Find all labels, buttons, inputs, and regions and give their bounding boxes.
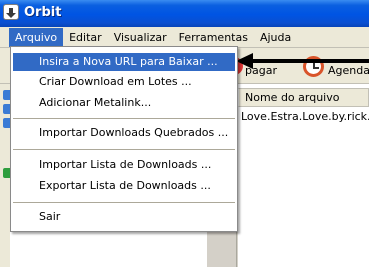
orbit-download-icon (3, 4, 19, 20)
menu-item-add-metalink[interactable]: Adicionar Metalink... (13, 94, 235, 112)
window-title: Orbit (24, 5, 62, 20)
menu-editar[interactable]: Editar (63, 28, 108, 47)
menu-arquivo[interactable]: Arquivo (9, 27, 64, 47)
annotation-arrow-line (252, 59, 369, 63)
menu-separator (13, 202, 235, 203)
schedule-button-label[interactable]: Agendad (328, 64, 369, 77)
menu-item-batch-download[interactable]: Criar Download em Lotes ... (13, 73, 235, 91)
menu-separator (13, 118, 235, 119)
column-header-filename[interactable]: Nome do arquivo (238, 88, 369, 107)
menu-ferramentas[interactable]: Ferramentas (173, 28, 254, 47)
menu-item-import-list[interactable]: Importar Lista de Downloads ... (13, 156, 235, 174)
menu-separator (13, 149, 235, 150)
menu-item-new-url[interactable]: Insira a Nova URL para Baixar ... (13, 53, 235, 71)
table-row[interactable]: Love.Estra.Love.by.rick.86 (241, 109, 369, 124)
menu-ajuda[interactable]: Ajuda (254, 28, 297, 47)
menu-item-export-list[interactable]: Exportar Lista de Downloads ... (13, 177, 235, 195)
menu-item-import-broken[interactable]: Importar Downloads Quebrados ... (13, 124, 235, 142)
menu-visualizar[interactable]: Visualizar (108, 28, 173, 47)
menu-item-exit[interactable]: Sair (13, 208, 235, 226)
menu-bar: Arquivo Editar Visualizar Ferramentas Aj… (0, 27, 369, 48)
annotation-arrow-icon (236, 53, 253, 69)
category-sidebar (0, 84, 13, 267)
file-menu-dropdown: Insira a Nova URL para Baixar ... Criar … (10, 46, 238, 232)
title-bar: Orbit (0, 0, 369, 27)
